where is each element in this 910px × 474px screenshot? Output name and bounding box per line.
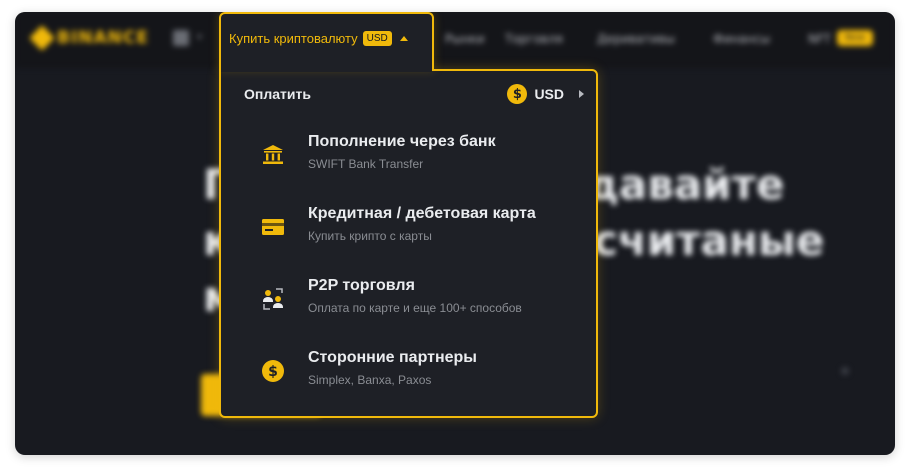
option-p2p-trading[interactable]: P2P торговля Оплата по карте и еще 100+ …: [241, 277, 581, 333]
option-description: Купить крипто с карты: [308, 229, 432, 243]
carousel-dot[interactable]: [841, 367, 849, 375]
hero-heading-fragment: считаные: [593, 216, 825, 265]
option-title: Сторонние партнеры: [308, 349, 477, 366]
option-description: SWIFT Bank Transfer: [308, 157, 424, 171]
binance-logo[interactable]: BINANCE: [29, 25, 149, 51]
browser-viewport: BINANCE ▾ Рынки Торговля Деривативы Фина…: [15, 12, 895, 455]
nav-item-markets[interactable]: Рынки: [445, 32, 485, 46]
binance-logo-text: BINANCE: [57, 28, 149, 48]
usd-coin-icon: $: [507, 84, 528, 104]
caret-up-icon: [399, 36, 408, 41]
currency-selector[interactable]: $ USD: [507, 84, 584, 104]
credit-card-icon: [259, 213, 287, 241]
pay-label: Оплатить: [244, 86, 311, 102]
hero-heading-fragment: давайте: [585, 160, 785, 209]
apps-grid-icon[interactable]: [173, 30, 189, 46]
currency-code: USD: [534, 86, 564, 102]
tab-panel-connector: [221, 66, 432, 72]
nav-item-derivatives[interactable]: Деривативы: [597, 32, 675, 46]
bank-icon: [259, 141, 287, 169]
nav-item-nft[interactable]: NFT: [808, 32, 831, 46]
option-description: Оплата по карте и еще 100+ способов: [308, 301, 522, 315]
option-title: P2P торговля: [308, 277, 415, 294]
pay-currency-row: Оплатить $ USD: [244, 84, 584, 106]
option-title: Пополнение через банк: [308, 133, 496, 150]
nav-tab-buy-crypto-label: Купить криптовалюту: [229, 31, 358, 46]
svg-text:$: $: [268, 364, 278, 380]
chevron-down-icon: ▾: [197, 32, 203, 43]
nav-tab-buy-crypto[interactable]: Купить криптовалюту USD: [219, 12, 434, 70]
option-credit-card[interactable]: Кредитная / дебетовая карта Купить крипт…: [241, 205, 581, 261]
buy-crypto-dropdown: Оплатить $ USD Пополнение через банк SWI: [219, 69, 598, 418]
top-navigation-bar: BINANCE ▾ Рынки Торговля Деривативы Фина…: [15, 12, 895, 68]
p2p-icon: [259, 285, 287, 313]
nft-new-badge: New: [837, 30, 873, 46]
option-bank-deposit[interactable]: Пополнение через банк SWIFT Bank Transfe…: [241, 133, 581, 189]
currency-badge: USD: [362, 31, 392, 46]
option-description: Simplex, Banxa, Paxos: [308, 373, 432, 387]
option-title: Кредитная / дебетовая карта: [308, 205, 536, 222]
option-third-party[interactable]: $ Сторонние партнеры Simplex, Banxa, Pax…: [241, 349, 581, 405]
nav-item-finance[interactable]: Финансы: [713, 32, 770, 46]
dollar-coin-icon: $: [259, 357, 287, 385]
nav-item-trade[interactable]: Торговля: [505, 32, 563, 46]
binance-logo-icon: [29, 25, 55, 51]
caret-right-icon: [579, 90, 584, 98]
